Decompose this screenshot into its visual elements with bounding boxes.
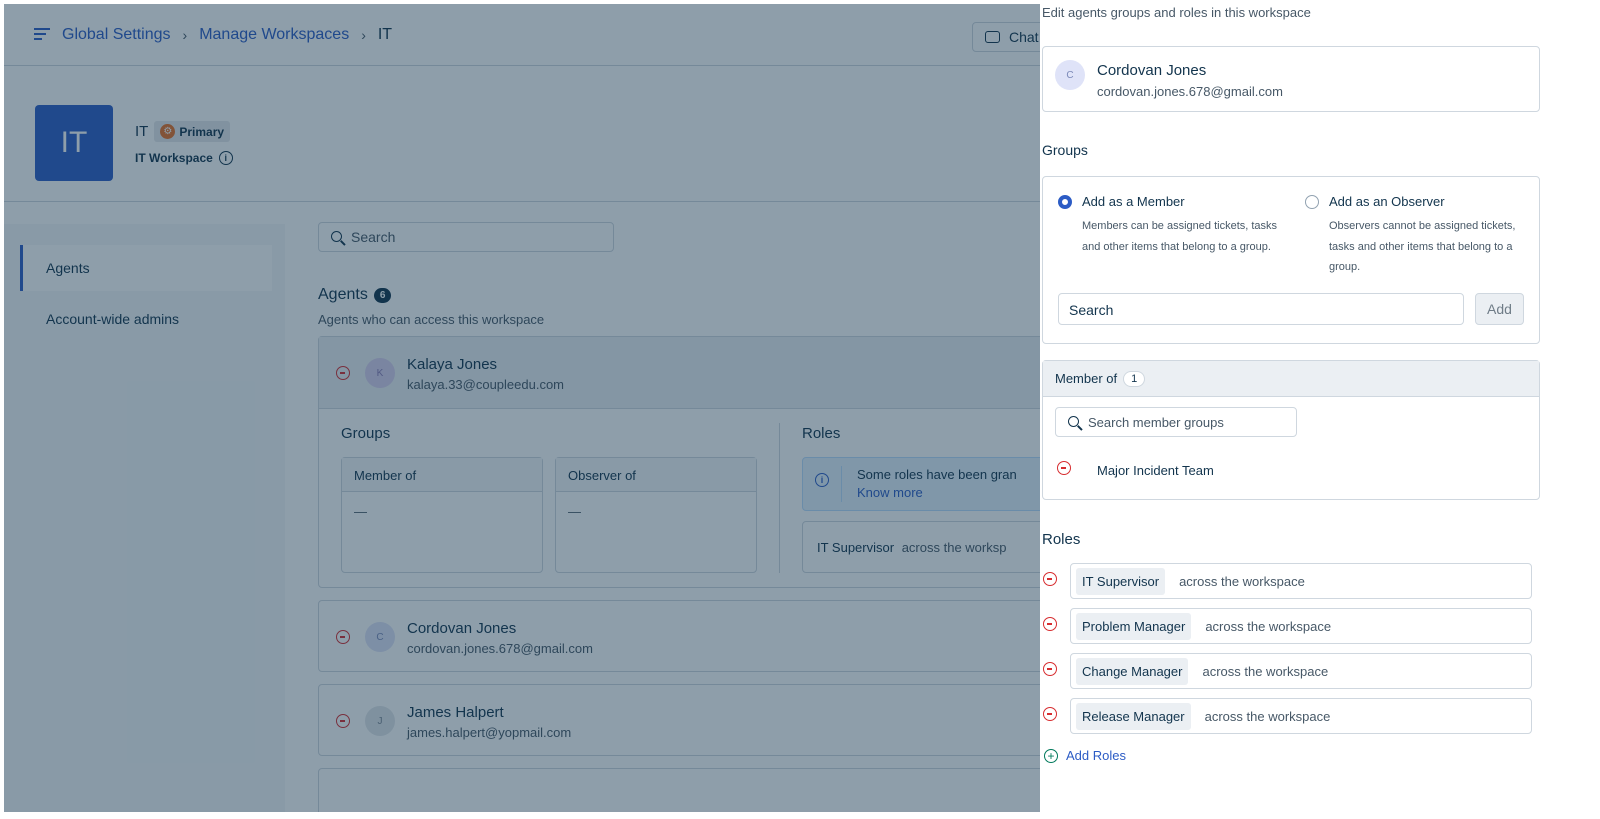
roles-heading: Roles [1042,531,1081,548]
panel-description: Edit agents groups and roles in this wor… [1042,5,1311,20]
modal-overlay[interactable] [4,4,1040,812]
role-row: Problem Manager across the workspace [1070,608,1532,644]
edit-agent-panel: Edit agents groups and roles in this wor… [1040,0,1600,819]
remove-icon[interactable] [1043,617,1057,631]
agent-email: cordovan.jones.678@gmail.com [1097,84,1283,99]
observer-radio[interactable] [1305,195,1319,209]
observer-option-title[interactable]: Add as an Observer [1329,194,1445,209]
role-row: Change Manager across the workspace [1070,653,1532,689]
page: Global Settings › Manage Workspaces › IT… [0,0,1600,819]
member-of-label: Member of [1055,371,1118,386]
avatar: C [1055,60,1085,90]
member-radio[interactable] [1058,195,1072,209]
plus-circle-icon: + [1044,748,1058,763]
role-scope: across the workspace [1204,708,1331,724]
member-of-header: Member of 1 [1043,361,1539,397]
member-of-section: Member of 1 Search member groups Major I… [1042,360,1540,500]
role-scope: across the workspace [1202,663,1329,679]
groups-box: Add as a Member Members can be assigned … [1042,176,1540,344]
observer-option-desc: Observers cannot be assigned tickets, ta… [1329,220,1516,273]
role-row: Release Manager across the workspace [1070,698,1532,734]
role-name: Problem Manager [1076,612,1192,640]
member-group-item: Major Incident Team [1097,463,1214,478]
remove-icon[interactable] [1043,572,1057,586]
remove-icon[interactable] [1043,662,1057,676]
remove-icon[interactable] [1043,707,1057,721]
role-scope: across the workspace [1205,618,1332,634]
member-option-desc: Members can be assigned tickets, tasks a… [1082,220,1278,253]
selected-agent-card: C Cordovan Jones cordovan.jones.678@gmai… [1042,46,1540,112]
groups-heading: Groups [1042,142,1088,158]
agent-name: Cordovan Jones [1097,62,1207,79]
add-group-button[interactable]: Add [1475,293,1524,325]
role-row: IT Supervisor across the workspace [1070,563,1532,599]
role-name: Change Manager [1076,657,1189,685]
member-groups-search-placeholder: Search member groups [1088,415,1224,430]
add-roles-button[interactable]: + Add Roles [1044,748,1126,763]
role-scope: across the workspace [1179,573,1305,589]
remove-icon[interactable] [1057,461,1071,475]
role-name: IT Supervisor [1076,567,1166,595]
member-groups-search-input[interactable]: Search member groups [1055,407,1297,437]
member-of-count: 1 [1123,370,1146,387]
search-icon [1068,416,1079,427]
role-name: Release Manager [1076,702,1191,730]
add-roles-label: Add Roles [1066,748,1126,763]
member-option-title[interactable]: Add as a Member [1082,194,1185,209]
group-search-input[interactable]: Search [1058,293,1464,325]
